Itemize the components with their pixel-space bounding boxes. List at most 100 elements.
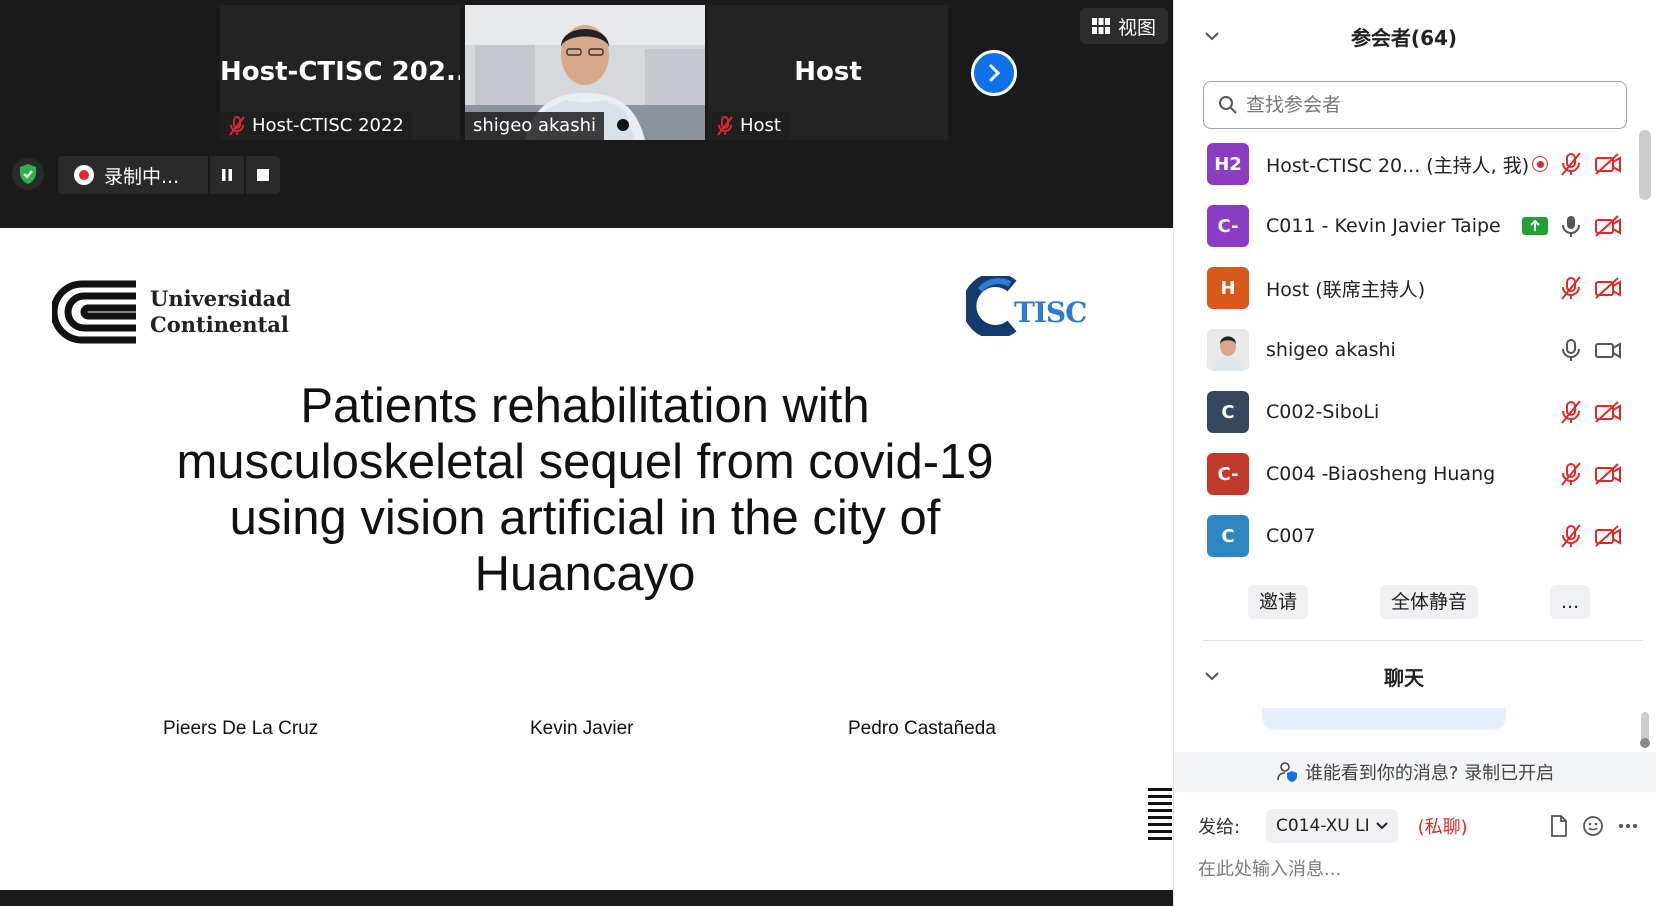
mic-muted-icon[interactable] <box>1560 276 1582 300</box>
video-off-icon[interactable] <box>1594 463 1622 485</box>
participant-name: Host-CTISC 20... (主持人, 我) <box>1266 151 1529 178</box>
slide-author: Pedro Castañeda <box>848 718 996 739</box>
meeting-area: Host-CTISC 202... Host-CTISC 2022 shigeo… <box>0 0 1173 906</box>
participant-actions: 邀请 全体静音 ... <box>1174 585 1634 621</box>
participant-name: Host (联席主持人) <box>1266 278 1426 301</box>
grid-view-icon <box>1092 18 1110 34</box>
more-icon[interactable] <box>1618 823 1638 829</box>
participants-header[interactable]: 参会者(64) <box>1174 18 1634 54</box>
record-icon <box>74 165 94 185</box>
uc-logo-line2: Continental <box>150 312 289 337</box>
participant-list: H2 Host-CTISC 20... (主持人, 我) C- C011 - Ke… <box>1174 133 1634 567</box>
participant-status-icons <box>1532 152 1622 176</box>
chevron-down-icon[interactable] <box>1204 671 1220 681</box>
tile-name-label: Host-CTISC 2022 <box>220 112 412 140</box>
mic-icon[interactable] <box>1560 214 1582 238</box>
tile-label-text: Host-CTISC 2022 <box>252 115 404 136</box>
chevron-down-icon <box>1375 822 1388 830</box>
ctisc-logo-text: TISC <box>1014 296 1087 329</box>
shared-slide: Universidad Continental TISC Patients re… <box>0 228 1173 890</box>
security-shield-icon[interactable] <box>12 158 44 190</box>
mute-all-button[interactable]: 全体静音 <box>1380 585 1479 619</box>
stop-icon <box>257 169 269 181</box>
participant-row[interactable]: H Host (联席主持人) <box>1174 257 1634 319</box>
participant-status-icons <box>1560 338 1622 362</box>
stop-recording-button[interactable] <box>244 156 280 194</box>
avatar: H2 <box>1207 143 1249 185</box>
participant-row[interactable]: C- C011 - Kevin Javier Taipe <box>1174 195 1634 257</box>
chevron-right-icon <box>989 64 1001 82</box>
slide-author: Kevin Javier <box>530 718 634 739</box>
participant-list-scrollbar[interactable] <box>1639 130 1651 200</box>
video-icon[interactable] <box>1594 339 1622 361</box>
tile-label-text: Host <box>740 115 781 136</box>
file-icon[interactable] <box>1550 815 1568 837</box>
participant-search[interactable] <box>1203 81 1627 129</box>
slide-author: Pieers De La Cruz <box>163 718 319 739</box>
slide-title-line: Huancayo <box>474 547 696 601</box>
mic-muted-icon[interactable] <box>1560 152 1582 176</box>
meeting-toolbar-edge <box>0 890 1173 906</box>
participant-name: C004 -Biaosheng Huang <box>1266 463 1496 485</box>
divider <box>1203 640 1643 641</box>
gallery-strip: Host-CTISC 202... Host-CTISC 2022 shigeo… <box>0 0 1173 228</box>
recording-status-text: 录制中... <box>104 165 180 188</box>
video-off-icon[interactable] <box>1594 401 1622 423</box>
participant-name: shigeo akashi <box>1266 339 1396 361</box>
share-screen-icon <box>1522 217 1548 235</box>
mic-muted-icon[interactable] <box>1560 524 1582 548</box>
video-tile-shigeo-akashi[interactable]: shigeo akashi <box>465 5 705 140</box>
participants-title: 参会者(64) <box>1350 25 1458 50</box>
universidad-continental-logo: Universidad Continental <box>52 280 291 344</box>
video-tile-host[interactable]: Host Host <box>708 5 948 140</box>
next-page-button[interactable] <box>971 50 1017 96</box>
chat-title: 聊天 <box>1384 665 1424 690</box>
participant-row[interactable]: H2 Host-CTISC 20... (主持人, 我) <box>1174 133 1634 195</box>
invite-button[interactable]: 邀请 <box>1248 585 1309 619</box>
recipient-select[interactable]: C014-XU LI <box>1266 809 1398 843</box>
avatar: C- <box>1207 453 1249 495</box>
chat-message-bubble <box>1262 708 1506 730</box>
slide-title: Patients rehabilitation with musculoskel… <box>100 378 1070 602</box>
participant-role: (主持人, 我) <box>1426 154 1530 177</box>
pause-icon <box>222 169 232 181</box>
mic-muted-icon <box>717 116 733 136</box>
chevron-down-icon[interactable] <box>1204 31 1220 41</box>
drag-handle-icon[interactable] <box>1148 786 1172 846</box>
video-tile-host-ctisc[interactable]: Host-CTISC 202... Host-CTISC 2022 <box>220 5 460 140</box>
participant-status-icons <box>1560 462 1622 486</box>
chat-visibility-notice[interactable]: 谁能看到你的消息? 录制已开启 <box>1174 752 1656 792</box>
slide-title-line: Patients rehabilitation with <box>300 379 870 433</box>
more-options-button[interactable]: ... <box>1550 585 1591 619</box>
private-chat-label: (私聊) <box>1417 817 1468 838</box>
pause-recording-button[interactable] <box>208 156 244 194</box>
participant-row[interactable]: C C002-SiboLi <box>1174 381 1634 443</box>
recording-bar: 录制中... <box>58 156 280 194</box>
uc-logo-text: Universidad Continental <box>150 286 291 338</box>
video-off-icon[interactable] <box>1594 525 1622 547</box>
participant-row[interactable]: C C007 <box>1174 505 1634 567</box>
chat-header[interactable]: 聊天 <box>1174 658 1634 694</box>
chat-message-input[interactable] <box>1198 854 1628 884</box>
participant-search-input[interactable] <box>1246 94 1586 116</box>
participant-status-icons <box>1522 214 1622 238</box>
participant-row[interactable]: shigeo akashi <box>1174 319 1634 381</box>
view-button[interactable]: 视图 <box>1080 8 1169 44</box>
mic-muted-icon[interactable] <box>1560 462 1582 486</box>
uc-logo-mark-icon <box>52 280 136 344</box>
mic-muted-icon <box>229 116 245 136</box>
mic-icon[interactable] <box>1560 338 1582 362</box>
mic-muted-icon[interactable] <box>1560 400 1582 424</box>
send-to-row: 发给: C014-XU LI (私聊) <box>1198 808 1638 844</box>
slide-title-line: using vision artificial in the city of <box>229 491 941 545</box>
video-off-icon[interactable] <box>1594 215 1622 237</box>
participant-status-icons <box>1560 400 1622 424</box>
video-off-icon[interactable] <box>1594 277 1622 299</box>
ctisc-logo: TISC <box>966 276 1090 338</box>
video-off-icon[interactable] <box>1594 153 1622 175</box>
participant-row[interactable]: C- C004 -Biaosheng Huang <box>1174 443 1634 505</box>
uc-logo-line1: Universidad <box>150 286 291 311</box>
user-photo-icon <box>1207 329 1249 371</box>
emoji-icon[interactable] <box>1582 815 1604 837</box>
participant-name: C011 - Kevin Javier Taipe <box>1266 215 1501 237</box>
